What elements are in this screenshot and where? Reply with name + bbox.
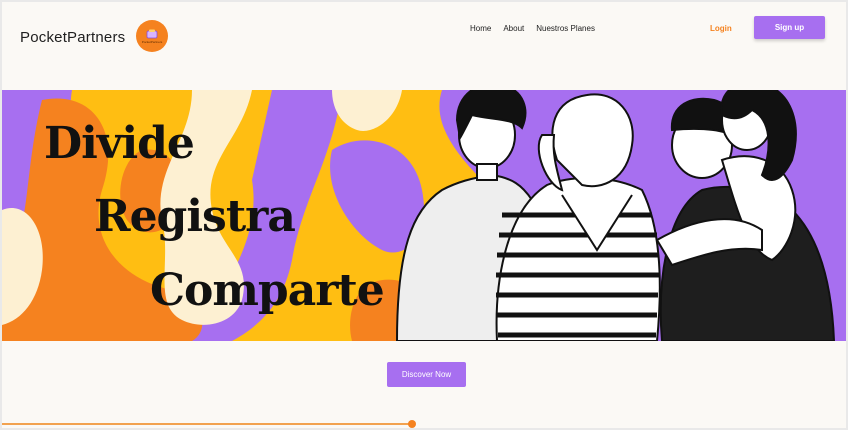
discover-now-button[interactable]: Discover Now (387, 362, 466, 387)
brand-name[interactable]: PocketPartners (20, 29, 125, 46)
main-nav: Home About Nuestros Planes (470, 24, 595, 33)
nav-home-link[interactable]: Home (470, 24, 491, 33)
hero-word-divide: Divide (44, 118, 195, 169)
scroll-progress-track (2, 423, 412, 425)
brand-logo[interactable]: PocketPartners (136, 20, 168, 52)
login-link[interactable]: Login (710, 24, 732, 33)
wallet-icon (146, 29, 158, 38)
landing-page: PocketPartners PocketPartners Home About… (2, 2, 846, 428)
nav-plans-link[interactable]: Nuestros Planes (536, 24, 595, 33)
hero-word-registra: Registra (94, 191, 296, 242)
hero-word-comparte: Comparte (150, 265, 385, 316)
scroll-progress-handle[interactable] (408, 420, 416, 428)
hero-banner: Divide Registra Comparte (2, 90, 846, 341)
logo-caption: PocketPartners (141, 39, 163, 44)
nav-about-link[interactable]: About (503, 24, 524, 33)
signup-button[interactable]: Sign up (754, 16, 825, 39)
